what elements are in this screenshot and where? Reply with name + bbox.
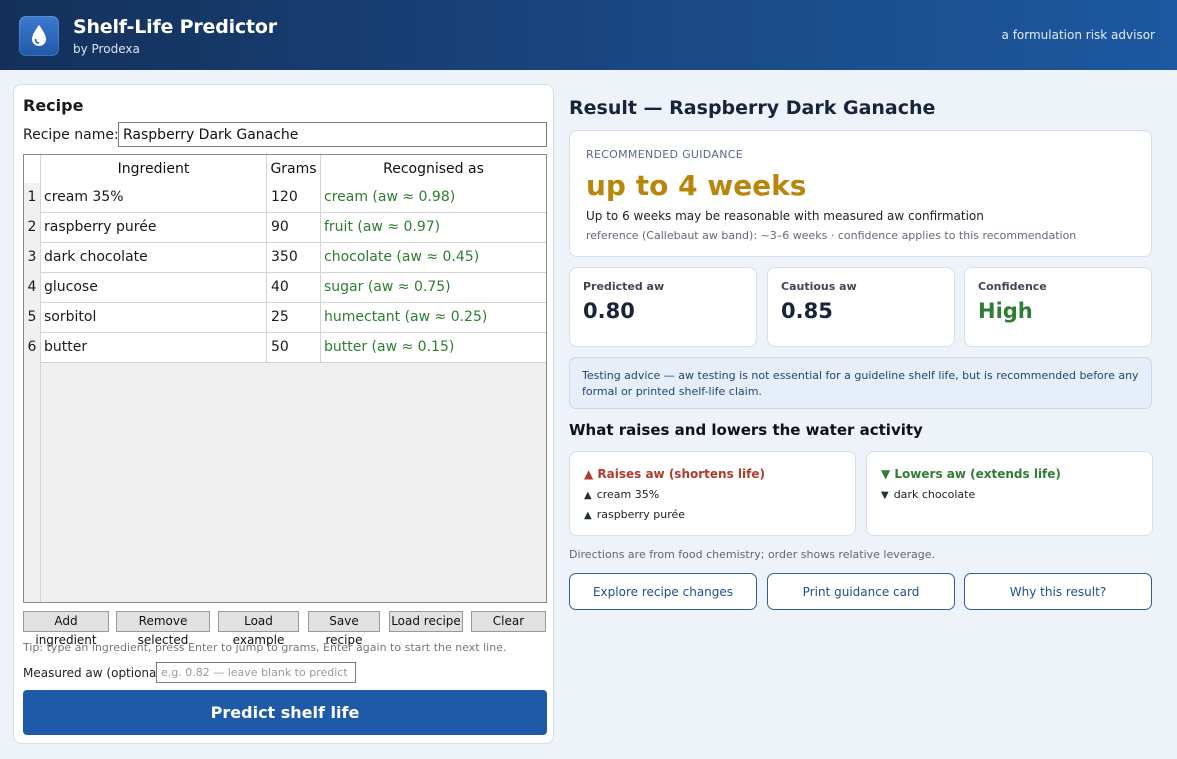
- measured-aw-input[interactable]: [156, 662, 356, 683]
- recognised-cell: chocolate (aw ≈ 0.45): [321, 243, 546, 273]
- triangle-up-icon: ▲: [584, 510, 592, 521]
- recognised-cell: cream (aw ≈ 0.98): [321, 183, 546, 213]
- droplet-icon: [32, 25, 46, 46]
- row-number: 4: [24, 273, 41, 303]
- column-header-grams[interactable]: Grams: [267, 155, 321, 185]
- confidence-label: Confidence: [978, 280, 1047, 293]
- testing-advice: Testing advice — aw testing is not essen…: [569, 357, 1152, 409]
- table-row[interactable]: 3 dark chocolate 350 chocolate (aw ≈ 0.4…: [24, 243, 546, 273]
- app-header: Shelf-Life Predictor by Prodexa a formul…: [0, 0, 1177, 70]
- entry-tip: Tip: type an ingredient, press Enter to …: [23, 641, 507, 654]
- ingredient-cell[interactable]: dark chocolate: [41, 243, 267, 273]
- row-number: 1: [24, 183, 41, 213]
- recognised-cell: butter (aw ≈ 0.15): [321, 333, 546, 363]
- add-ingredient-button[interactable]: Add ingredient: [23, 611, 109, 647]
- table-row[interactable]: 5 sorbitol 25 humectant (aw ≈ 0.25): [24, 303, 546, 333]
- ingredient-cell[interactable]: raspberry purée: [41, 213, 267, 243]
- clear-button[interactable]: Clear: [471, 611, 546, 632]
- recipe-name-label: Recipe name:: [23, 127, 119, 143]
- save-recipe-button[interactable]: Save recipe: [308, 611, 380, 647]
- recipe-panel: Recipe Recipe name: Ingredient Grams Rec…: [13, 84, 554, 744]
- recognised-cell: fruit (aw ≈ 0.97): [321, 213, 546, 243]
- row-number: 2: [24, 213, 41, 243]
- load-recipe-button[interactable]: Load recipe: [389, 611, 463, 632]
- guidance-detail: Up to 6 weeks may be reasonable with mea…: [586, 209, 984, 223]
- table-row[interactable]: 1 cream 35% 120 cream (aw ≈ 0.98): [24, 183, 546, 213]
- ingredient-cell[interactable]: glucose: [41, 273, 267, 303]
- row-number: 5: [24, 303, 41, 333]
- guidance-label: RECOMMENDED GUIDANCE: [586, 148, 743, 161]
- predicted-aw-label: Predicted aw: [583, 280, 665, 293]
- table-row[interactable]: 6 butter 50 butter (aw ≈ 0.15): [24, 333, 546, 363]
- recognised-cell: humectant (aw ≈ 0.25): [321, 303, 546, 333]
- directions-note: Directions are from food chemistry; orde…: [569, 548, 936, 561]
- app-title: Shelf-Life Predictor: [73, 16, 277, 38]
- recipe-name-input[interactable]: [118, 122, 547, 147]
- print-guidance-card-button[interactable]: Print guidance card: [767, 573, 955, 610]
- raises-item: ▲ raspberry purée: [584, 508, 686, 521]
- app-logo: [19, 16, 59, 56]
- table-header-row: Ingredient Grams Recognised as: [24, 155, 546, 185]
- recognised-cell: sugar (aw ≈ 0.75): [321, 273, 546, 303]
- ingredient-cell[interactable]: cream 35%: [41, 183, 267, 213]
- guidance-card: RECOMMENDED GUIDANCE up to 4 weeks Up to…: [569, 130, 1152, 257]
- ingredient-table[interactable]: Ingredient Grams Recognised as 1 cream 3…: [23, 154, 547, 603]
- recipe-heading: Recipe: [23, 96, 84, 115]
- load-example-button[interactable]: Load example: [218, 611, 299, 647]
- result-heading: Result — Raspberry Dark Ganache: [569, 97, 936, 119]
- raises-aw-card: ▲ Raises aw (shortens life) ▲ cream 35% ▲…: [569, 451, 856, 536]
- cautious-aw-label: Cautious aw: [781, 280, 857, 293]
- table-row[interactable]: 2 raspberry purée 90 fruit (aw ≈ 0.97): [24, 213, 546, 243]
- ingredient-cell[interactable]: butter: [41, 333, 267, 363]
- app-tagline: a formulation risk advisor: [1001, 28, 1155, 42]
- grams-cell[interactable]: 350: [267, 243, 321, 273]
- raises-item: ▲ cream 35%: [584, 488, 660, 501]
- explore-recipe-changes-button[interactable]: Explore recipe changes: [569, 573, 757, 610]
- ingredient-cell[interactable]: sorbitol: [41, 303, 267, 333]
- why-this-result-button[interactable]: Why this result?: [964, 573, 1152, 610]
- guidance-value: up to 4 weeks: [586, 169, 807, 202]
- lowers-aw-card: ▼ Lowers aw (extends life) ▼ dark chocola…: [866, 451, 1153, 536]
- row-number: 3: [24, 243, 41, 273]
- triangle-down-icon: ▼: [881, 490, 889, 501]
- lowers-aw-title: ▼ Lowers aw (extends life): [881, 467, 1061, 481]
- measured-aw-label: Measured aw (optional):: [23, 666, 169, 680]
- confidence-card: Confidence High: [964, 267, 1152, 347]
- grams-cell[interactable]: 120: [267, 183, 321, 213]
- grams-cell[interactable]: 40: [267, 273, 321, 303]
- table-header-corner: [24, 155, 41, 185]
- predict-shelf-life-button[interactable]: Predict shelf life: [23, 690, 547, 735]
- grams-cell[interactable]: 50: [267, 333, 321, 363]
- column-header-recognised[interactable]: Recognised as: [321, 155, 546, 185]
- guidance-reference: reference (Callebaut aw band): ~3–6 week…: [586, 229, 1077, 242]
- grams-cell[interactable]: 90: [267, 213, 321, 243]
- predicted-aw-value: 0.80: [583, 299, 635, 323]
- app-subtitle: by Prodexa: [73, 42, 140, 56]
- cautious-aw-value: 0.85: [781, 299, 833, 323]
- confidence-value: High: [978, 299, 1033, 323]
- remove-selected-button[interactable]: Remove selected: [116, 611, 210, 647]
- lowers-item: ▼ dark chocolate: [881, 488, 976, 501]
- predicted-aw-card: Predicted aw 0.80: [569, 267, 757, 347]
- row-number: 6: [24, 333, 41, 363]
- column-header-ingredient[interactable]: Ingredient: [41, 155, 267, 185]
- recipe-toolbar: Add ingredient Remove selected Load exam…: [23, 611, 547, 647]
- raises-aw-title: ▲ Raises aw (shortens life): [584, 467, 765, 481]
- table-row[interactable]: 4 glucose 40 sugar (aw ≈ 0.75): [24, 273, 546, 303]
- factors-heading: What raises and lowers the water activit…: [569, 421, 923, 439]
- triangle-up-icon: ▲: [584, 490, 592, 501]
- grams-cell[interactable]: 25: [267, 303, 321, 333]
- cautious-aw-card: Cautious aw 0.85: [767, 267, 955, 347]
